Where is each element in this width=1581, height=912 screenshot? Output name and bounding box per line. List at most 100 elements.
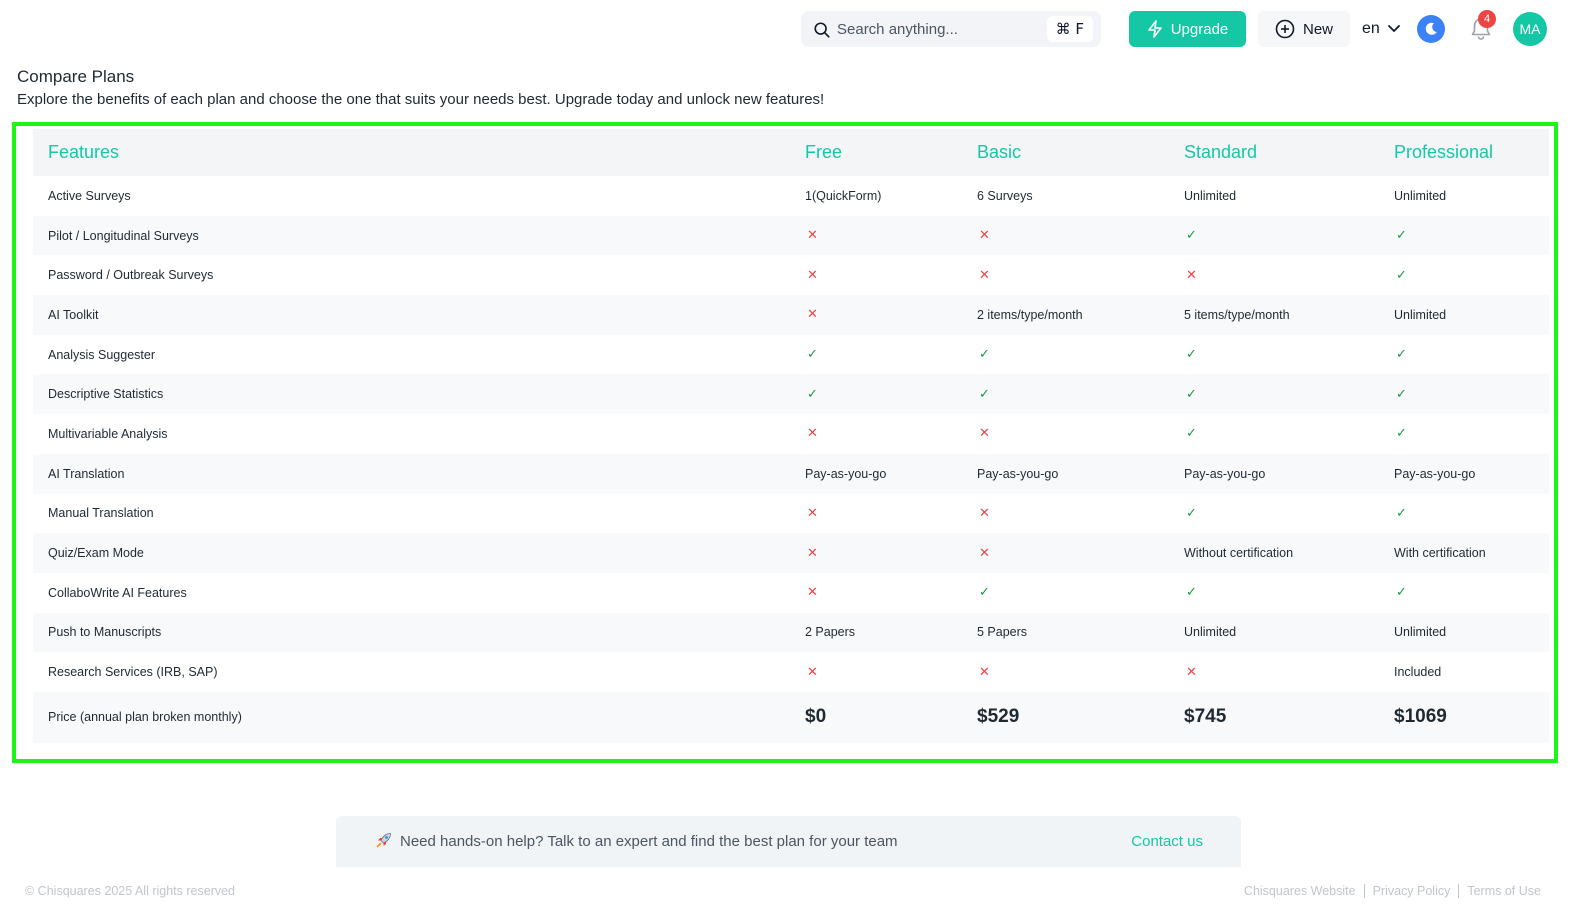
plan-cell: ✓	[1184, 494, 1394, 534]
plan-cell: ✕	[977, 494, 1184, 534]
search-icon	[814, 22, 830, 38]
plan-cell: Included	[1394, 665, 1442, 680]
cross-icon: ✕	[979, 267, 990, 283]
moon-icon	[1425, 22, 1437, 35]
table-row: AI Translation Pay-as-you-go Pay-as-you-go…	[33, 453, 1549, 494]
plan-cell: ✓	[1184, 414, 1394, 454]
plan-cell: ✕	[805, 295, 977, 335]
cross-icon: ✕	[979, 228, 990, 244]
plan-comparison-table: Features Free Basic Standard Professiona…	[33, 129, 1549, 743]
table-row: Password / Outbreak Surveys ✕ ✕ ✕ ✓	[33, 255, 1549, 295]
table-row: Multivariable Analysis ✕ ✕ ✓ ✓	[33, 414, 1549, 454]
plan-cell: Unlimited	[1184, 188, 1237, 203]
check-icon: ✓	[979, 386, 990, 402]
plan-cell: ✓	[977, 335, 1184, 375]
plan-cell: ✕	[977, 414, 1184, 454]
help-banner: Need hands-on help? Talk to an expert an…	[336, 816, 1241, 867]
plan-cell: ✓	[1394, 216, 1549, 256]
plan-cell: 2 items/type/month	[977, 307, 1083, 322]
cross-icon: ✕	[807, 426, 818, 442]
check-icon: ✓	[1396, 228, 1407, 244]
top-bar: ⌘ F Upgrade New en 4 MA	[0, 10, 1581, 49]
plan-cell: Unlimited	[1184, 625, 1237, 640]
lightning-icon	[1147, 20, 1162, 38]
check-icon: ✓	[1186, 386, 1197, 402]
table-row: Active Surveys 1(QuickForm) 6 Surveys Unlim…	[33, 176, 1549, 216]
cross-icon: ✕	[807, 505, 818, 521]
table-row: Descriptive Statistics ✓ ✓ ✓ ✓	[33, 374, 1549, 415]
help-message: Need hands-on help? Talk to an expert an…	[400, 833, 898, 850]
plan-cell: Without certification	[1184, 546, 1294, 561]
cross-icon: ✕	[979, 505, 990, 521]
table-row: Manual Translation ✕ ✕ ✓ ✓	[33, 494, 1549, 534]
upgrade-button[interactable]: Upgrade	[1129, 11, 1246, 47]
theme-toggle[interactable]	[1417, 15, 1445, 43]
footer-link-website[interactable]: Chisquares Website	[1236, 884, 1364, 898]
avatar[interactable]: MA	[1513, 12, 1547, 46]
feature-name: CollaboWrite AI Features	[48, 585, 187, 600]
check-icon: ✓	[1186, 426, 1197, 442]
check-icon: ✓	[979, 347, 990, 363]
new-button[interactable]: New	[1258, 11, 1350, 47]
check-icon: ✓	[979, 585, 990, 601]
plan-cell: 6 Surveys	[977, 188, 1033, 203]
plan-cell: With certification	[1394, 546, 1486, 561]
feature-name: AI Translation	[48, 466, 125, 481]
table-row: AI Toolkit ✕ 2 items/type/month 5 items/typ…	[33, 295, 1549, 335]
plan-cell: ✓	[805, 374, 977, 414]
cross-icon: ✕	[807, 545, 818, 561]
new-label: New	[1302, 20, 1333, 38]
plan-cell: ✓	[1394, 255, 1549, 295]
page-subtitle: Explore the benefits of each plan and ch…	[17, 91, 825, 108]
search-input[interactable]	[837, 17, 1037, 41]
plan-cell: Pay-as-you-go	[977, 466, 1059, 481]
plan-cell: ✓	[1184, 374, 1394, 414]
cross-icon: ✕	[807, 585, 818, 601]
plan-cell: Unlimited	[1394, 625, 1447, 640]
column-header-basic: Basic	[977, 142, 1022, 162]
feature-name: Manual Translation	[48, 506, 154, 521]
plan-cell: ✓	[977, 573, 1184, 613]
check-icon: ✓	[1396, 267, 1407, 283]
feature-name: Active Surveys	[48, 188, 131, 203]
footer-link-privacy[interactable]: Privacy Policy	[1363, 884, 1459, 898]
feature-name: Multivariable Analysis	[48, 426, 168, 441]
check-icon: ✓	[1186, 585, 1197, 601]
plan-price: $745	[1184, 706, 1227, 728]
cross-icon: ✕	[807, 267, 818, 283]
plan-cell: 1(QuickForm)	[805, 188, 882, 203]
contact-us-link[interactable]: Contact us	[1131, 833, 1203, 850]
search-box[interactable]: ⌘ F	[801, 11, 1101, 47]
feature-name: Descriptive Statistics	[48, 387, 164, 402]
plan-cell: ✓	[1394, 335, 1549, 375]
avatar-initials: MA	[1519, 21, 1541, 37]
plan-cell: ✓	[1394, 414, 1549, 454]
plan-cell: 5 Papers	[977, 625, 1028, 640]
table-body: Active Surveys 1(QuickForm) 6 Surveys Unlim…	[33, 176, 1549, 743]
plan-price: $1069	[1394, 706, 1447, 728]
plan-cell: Unlimited	[1394, 307, 1447, 322]
check-icon: ✓	[1186, 228, 1197, 244]
feature-name: Quiz/Exam Mode	[48, 546, 144, 561]
search-shortcut: ⌘ F	[1046, 16, 1093, 42]
cross-icon: ✕	[807, 228, 818, 244]
cross-icon: ✕	[979, 664, 990, 680]
cross-icon: ✕	[979, 545, 990, 561]
price-row: Price (annual plan broken monthly) $0 $529…	[33, 691, 1549, 743]
footer-link-terms[interactable]: Terms of Use	[1458, 884, 1549, 898]
plan-comparison-panel: Features Free Basic Standard Professiona…	[12, 122, 1558, 763]
column-header-features: Features	[48, 142, 120, 162]
rocket-icon	[376, 833, 391, 848]
check-icon: ✓	[1396, 426, 1407, 442]
check-icon: ✓	[1396, 505, 1407, 521]
plan-price: $0	[805, 706, 827, 728]
plan-cell: 5 items/type/month	[1184, 307, 1290, 322]
language-selector[interactable]: en	[1362, 11, 1400, 47]
plan-cell: ✕	[805, 652, 977, 692]
check-icon: ✓	[1396, 386, 1407, 402]
table-row: CollaboWrite AI Features ✕ ✓ ✓ ✓	[33, 573, 1549, 613]
copyright-text: © Chisquares 2025 All rights reserved	[25, 884, 236, 898]
column-header-standard: Standard	[1184, 142, 1258, 162]
plan-cell: ✕	[805, 533, 977, 573]
table-row: Push to Manuscripts 2 Papers 5 Papers Unlim…	[33, 612, 1549, 653]
